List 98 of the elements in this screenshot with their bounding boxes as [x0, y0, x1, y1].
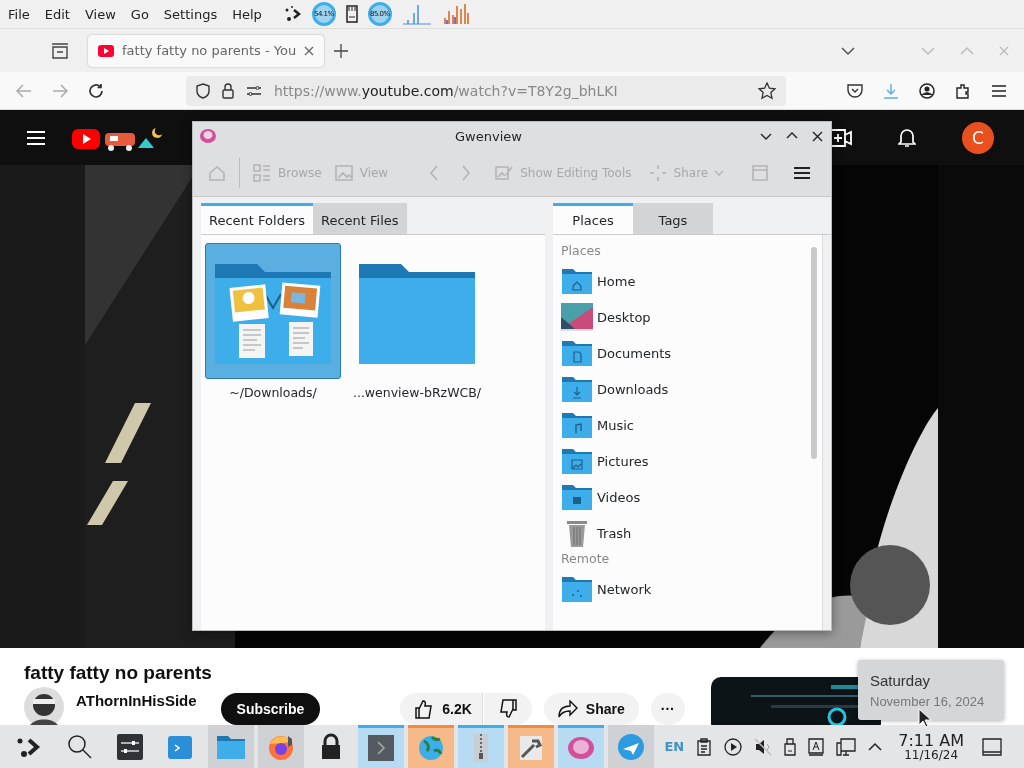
place-item[interactable]: Network — [561, 571, 808, 607]
more-button[interactable]: ··· — [650, 693, 685, 725]
place-item[interactable]: Home — [561, 263, 808, 299]
bell-icon[interactable] — [898, 127, 916, 148]
tab[interactable]: Recent Files — [313, 203, 407, 234]
browser-tab[interactable]: fatty fatty no parents - You — [88, 34, 325, 67]
show-desktop-icon[interactable] — [982, 737, 1002, 756]
tab-list-icon[interactable] — [51, 42, 69, 59]
create-video-icon[interactable] — [830, 128, 852, 147]
muted-speaker-icon[interactable] — [754, 737, 773, 756]
folder-icon — [561, 483, 593, 511]
new-tab-icon[interactable] — [334, 43, 349, 58]
home-icon — [207, 163, 227, 183]
place-item[interactable]: Trash — [561, 515, 808, 551]
menu-item[interactable]: View — [84, 6, 116, 22]
tab[interactable]: Places — [553, 203, 633, 234]
star-icon[interactable] — [758, 81, 776, 100]
place-item[interactable]: Documents — [561, 335, 808, 371]
tab[interactable]: Tags — [633, 203, 713, 234]
place-item[interactable]: Pictures — [561, 443, 808, 479]
caret-icon — [714, 170, 725, 176]
pocket-icon[interactable] — [847, 82, 863, 99]
chevron-up-icon[interactable] — [868, 741, 883, 752]
folder-icon — [561, 575, 593, 603]
subscribe-button[interactable]: Subscribe — [220, 693, 321, 725]
folder-name[interactable]: ~/Downloads/ — [229, 385, 317, 400]
image-edit-icon — [494, 163, 515, 183]
chevron-down-icon[interactable] — [841, 45, 855, 56]
thumbs-up-icon — [414, 699, 435, 719]
share-arrow-icon — [557, 700, 578, 718]
taskbar-item[interactable] — [508, 725, 554, 768]
launcher-icon[interactable] — [283, 5, 302, 23]
menu-icon[interactable] — [991, 83, 1007, 98]
grid-icon — [252, 163, 272, 183]
video-title: fatty fatty no parents — [24, 662, 212, 684]
desktop-icon — [561, 303, 593, 331]
url-text: https://www.youtube.com/watch?v=T8Y2g_bhLKI — [274, 82, 618, 99]
minimize-icon[interactable] — [760, 131, 772, 141]
place-item[interactable]: Downloads — [561, 371, 808, 407]
clock-date: 11/16/24 — [904, 748, 959, 761]
folder-icon — [561, 339, 593, 367]
network-graph-icon — [401, 3, 432, 25]
reload-icon[interactable] — [88, 82, 104, 99]
clock[interactable]: 7:11 AM 11/16/24 — [898, 732, 964, 761]
terminal-icon[interactable] — [366, 733, 396, 763]
menu-item[interactable]: Go — [130, 6, 149, 22]
wired-network-icon[interactable] — [836, 737, 857, 756]
usb-drive-icon[interactable] — [784, 737, 797, 756]
globe-icon[interactable] — [416, 733, 446, 763]
permissions-icon[interactable] — [246, 84, 262, 97]
play-icon[interactable] — [724, 737, 743, 756]
sd-card-icon — [345, 5, 358, 23]
share-icon — [647, 163, 668, 183]
image-icon — [333, 163, 354, 183]
menu-item[interactable]: Help — [232, 6, 262, 22]
app-logo-icon — [199, 128, 217, 144]
account-icon[interactable] — [919, 82, 935, 99]
folder-icon — [561, 411, 593, 439]
folder-icon — [561, 375, 593, 403]
lock-icon[interactable] — [222, 82, 234, 99]
menu-item[interactable]: Edit — [44, 6, 70, 22]
menu-item[interactable]: Settings — [163, 6, 218, 22]
maximize-icon[interactable] — [786, 131, 798, 141]
window-title: Gwenview — [454, 128, 523, 144]
channel-avatar[interactable] — [24, 687, 64, 725]
folder-icon — [561, 447, 593, 475]
place-item[interactable]: Videos — [561, 479, 808, 515]
tooltip-day: Saturday — [870, 672, 931, 690]
like-button[interactable]: 6.2K — [400, 693, 483, 725]
close-icon[interactable] — [304, 45, 315, 56]
folder-icon — [561, 267, 593, 295]
puzzle-icon[interactable] — [955, 82, 971, 99]
clipboard-icon[interactable] — [696, 737, 713, 756]
menu-item[interactable]: File — [8, 6, 30, 22]
folder-name[interactable]: ...wenview-bRzWCB/ — [352, 385, 482, 400]
account-avatar[interactable]: C — [962, 121, 994, 154]
share-button[interactable]: Share — [543, 693, 639, 725]
tooltip-date: November 16, 2024 — [870, 694, 985, 711]
plane-icon[interactable] — [616, 731, 646, 762]
fullscreen-icon — [750, 163, 771, 183]
video-logo-icon — [98, 44, 114, 57]
channel-name[interactable]: AThornInHisSide — [76, 691, 197, 709]
address-bar[interactable]: https://www.youtube.com/watch?v=T8Y2g_bhLKI — [186, 75, 786, 106]
sliders-icon[interactable] — [115, 731, 145, 762]
section-heading: Remote — [561, 551, 611, 568]
folder-tile[interactable] — [205, 243, 341, 379]
dislike-button[interactable] — [483, 693, 532, 725]
clock-time: 7:11 AM — [898, 732, 964, 749]
usage-graph-icon — [441, 3, 472, 25]
scrollbar-thumb[interactable] — [811, 247, 817, 459]
tab[interactable]: Recent Folders — [201, 203, 313, 234]
section-heading: Places — [561, 243, 602, 260]
place-item[interactable]: Desktop — [561, 299, 808, 335]
thumbs-down-icon — [497, 699, 518, 719]
close-icon[interactable] — [812, 130, 823, 142]
text-box-icon[interactable] — [808, 737, 825, 756]
place-item[interactable]: Music — [561, 407, 808, 443]
shield-icon[interactable] — [196, 82, 210, 99]
